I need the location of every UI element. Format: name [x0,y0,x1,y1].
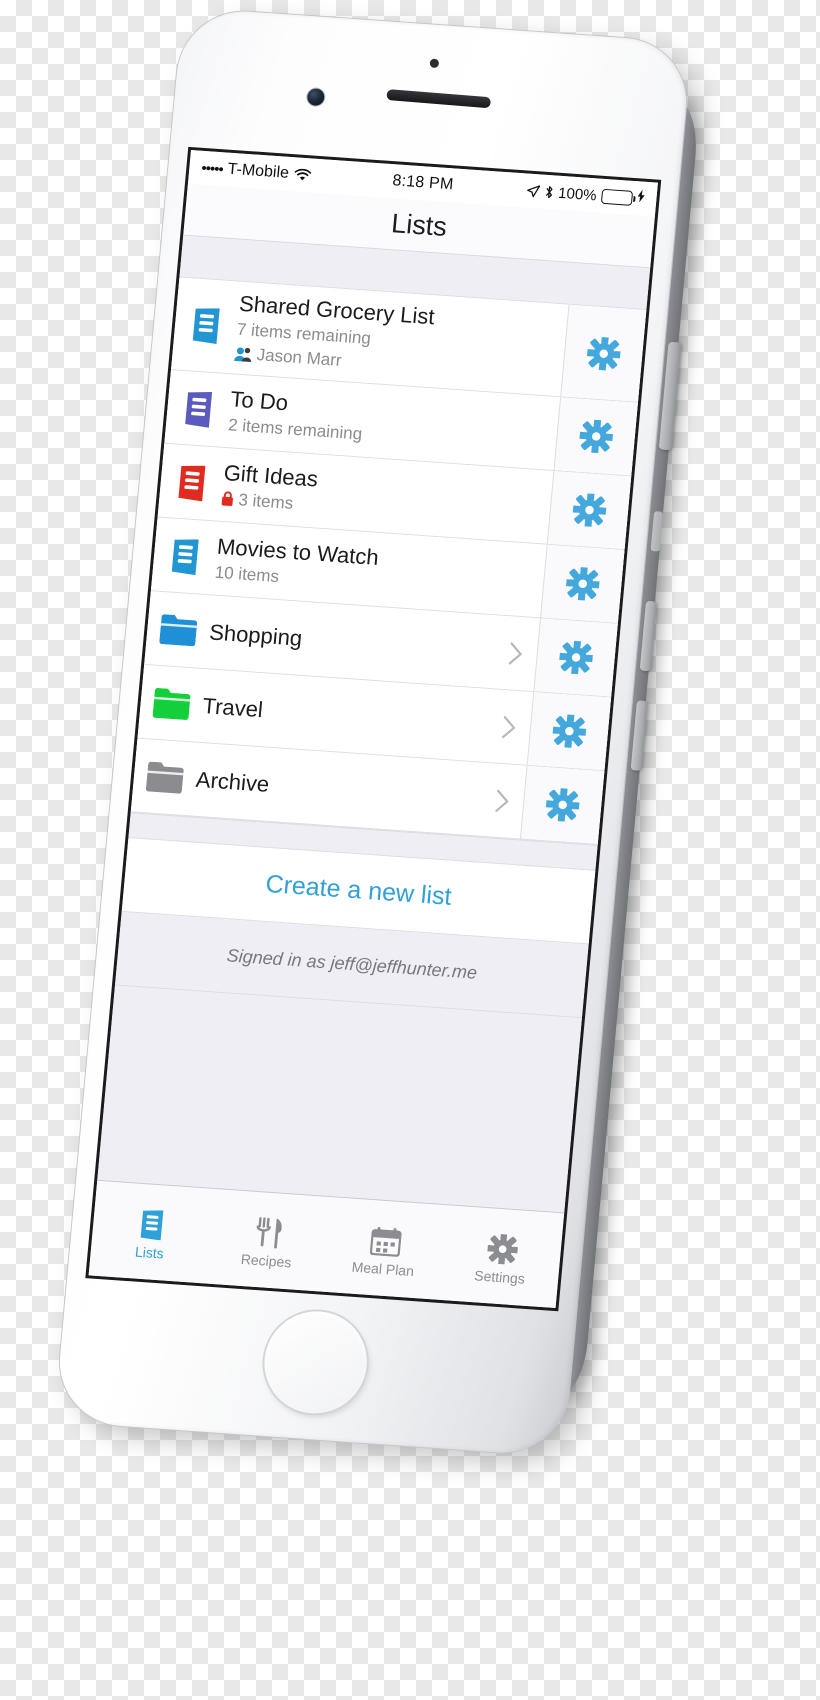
tab-recipes[interactable]: Recipes [205,1189,330,1292]
gear-icon [544,787,581,823]
list-icon [185,391,213,428]
people-icon [234,347,252,362]
list-settings-gear-button[interactable] [519,765,605,845]
tab-lists[interactable]: Lists [89,1181,214,1284]
proximity-sensor-icon [429,58,440,69]
list-icon [192,308,220,345]
list-icon [178,465,206,502]
gear-icon [558,640,595,676]
gear-icon [564,566,601,602]
folder-icon [144,591,212,668]
create-new-list-label: Create a new list [264,870,453,911]
people-icon [234,346,252,362]
fork-knife-icon [254,1216,283,1249]
tab-label: Settings [473,1267,526,1287]
gear-icon [571,492,608,528]
list-settings-gear-button[interactable] [560,304,647,402]
wifi-icon [293,168,312,182]
list-settings-gear-button[interactable] [553,397,638,476]
chevron-right-icon [501,715,515,738]
phone-device: ••••• T-Mobile 8:18 PM 100% Lists Shared… [54,7,701,1457]
earpiece-speaker [386,89,492,109]
list-row-title: Shopping [208,619,304,651]
location-arrow-icon [526,184,540,198]
gear-icon [485,1233,519,1266]
page-title: Lists [390,208,449,242]
lightning-bolt-icon [637,189,646,207]
list-icon [137,1209,167,1241]
folder-icon [131,739,199,816]
list-icon [151,518,219,595]
folder-icon [145,761,184,794]
list-settings-gear-button[interactable] [546,471,632,550]
chevron-right-icon [478,763,527,839]
list-settings-gear-button[interactable] [526,692,612,771]
signed-in-label: Signed in as jeff@jeffhunter.me [225,945,478,983]
empty-space [97,985,582,1213]
gear-icon [485,1233,519,1266]
list-settings-gear-button[interactable] [540,544,625,623]
battery-full-icon [600,188,634,206]
list-row-subtitle-text: 3 items [237,489,295,513]
list-row-subtitle-text: 10 items [214,562,280,586]
calendar-icon [369,1226,402,1257]
list-row-title: Travel [201,692,265,722]
tab-settings[interactable]: Settings [439,1205,564,1308]
list-icon [164,370,232,447]
list-row-title: Archive [194,766,271,797]
folder-icon [152,687,191,720]
lock-icon [221,491,233,507]
chevron-right-icon [508,641,522,665]
chevron-placeholder [498,542,547,618]
battery-percent-label: 100% [557,184,598,204]
signal-strength-icon: ••••• [200,159,224,178]
list-icon [140,1210,164,1241]
list-icon [171,539,199,575]
screenshot-stage: ••••• T-Mobile 8:18 PM 100% Lists Shared… [0,0,820,1700]
fork-knife-icon [256,1216,282,1249]
folder-icon [138,665,206,742]
chevron-right-icon [485,689,534,765]
phone-screen: ••••• T-Mobile 8:18 PM 100% Lists Shared… [88,150,658,1309]
home-button[interactable] [260,1308,372,1417]
carrier-label: T-Mobile [226,160,290,182]
lists-table: Shared Grocery List 7 items remaining Jaso… [130,277,647,846]
calendar-icon [369,1226,402,1257]
tab-label: Lists [134,1243,165,1262]
folder-icon [159,613,198,646]
bluetooth-icon [544,185,554,200]
tab-meal-plan[interactable]: Meal Plan [322,1197,447,1300]
list-icon [158,444,226,521]
clock-label: 8:18 PM [391,172,455,194]
list-icon [171,277,241,373]
list-settings-gear-button[interactable] [533,618,618,697]
lock-icon [221,491,234,507]
tab-label: Recipes [240,1250,293,1271]
gear-icon [578,418,615,455]
front-camera-icon [306,88,326,107]
gear-icon [585,335,622,371]
shared-with-label: Jason Marr [255,345,343,370]
tab-label: Meal Plan [351,1258,415,1279]
gear-icon [551,713,588,749]
chevron-right-icon [491,616,540,692]
chevron-placeholder [505,468,554,544]
chevron-placeholder [512,395,561,471]
chevron-right-icon [494,789,508,812]
